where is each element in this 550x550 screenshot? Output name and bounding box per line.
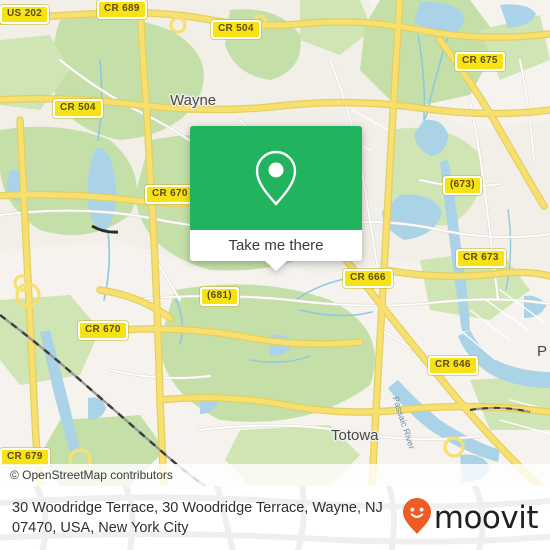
road-shield: CR 504 <box>53 99 103 118</box>
moovit-wordmark: moovit <box>433 499 539 536</box>
place-label-totowa: Totowa <box>331 427 379 444</box>
road-shield: CR 675 <box>455 52 505 71</box>
road-shield: (673) <box>443 176 482 195</box>
road-shield: (681) <box>200 287 239 306</box>
map-screen: .park { fill:#cfe5b4; } .forest { fill:#… <box>0 0 550 550</box>
moovit-pin-smiley-icon <box>402 497 432 540</box>
map-pin-icon <box>253 149 299 207</box>
road-shield: CR 689 <box>97 0 147 19</box>
footer-bar: 30 Woodridge Terrace, 30 Woodridge Terra… <box>0 486 550 550</box>
road-shield: CR 673 <box>456 249 506 268</box>
place-label-paterson: P <box>537 343 548 360</box>
road-shield: CR 646 <box>428 356 478 375</box>
popup-pointer <box>265 261 287 271</box>
map-canvas[interactable]: .park { fill:#cfe5b4; } .forest { fill:#… <box>0 0 550 486</box>
address-text: 30 Woodridge Terrace, 30 Woodridge Terra… <box>12 500 383 536</box>
popup-header <box>190 126 362 230</box>
popup-action-bar[interactable]: Take me there <box>190 230 362 271</box>
road-shield: CR 504 <box>211 20 261 39</box>
road-shield: CR 666 <box>343 269 393 288</box>
take-me-there-label: Take me there <box>228 237 324 254</box>
location-popup[interactable]: Take me there <box>190 126 362 271</box>
road-shield: CR 670 <box>145 185 195 204</box>
map-attribution[interactable]: © OpenStreetMap contributors <box>0 464 550 486</box>
place-label-wayne: Wayne <box>170 92 217 109</box>
road-shield: CR 670 <box>78 321 128 340</box>
moovit-logo[interactable]: moovit <box>402 497 540 540</box>
road-shield: US 202 <box>0 5 50 24</box>
